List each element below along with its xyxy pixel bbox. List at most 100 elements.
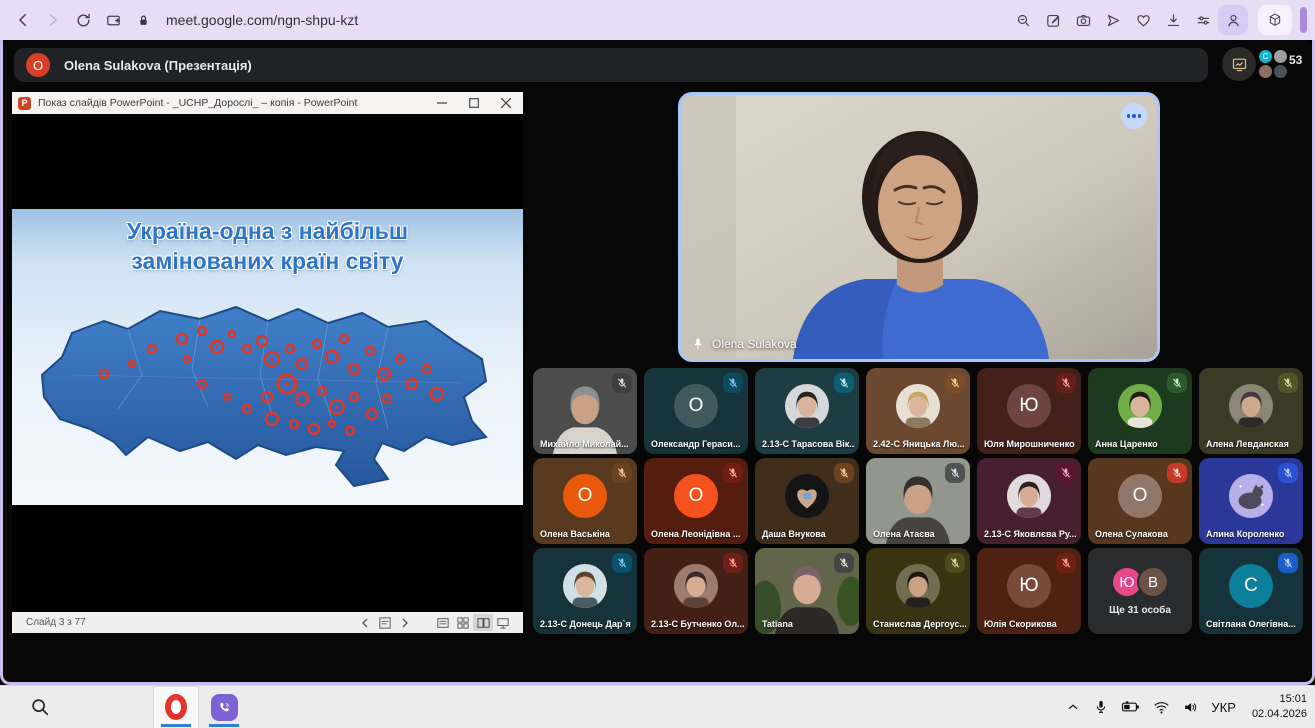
letter-avatar: C <box>1229 564 1273 608</box>
taskbar-opera-button[interactable] <box>154 687 198 728</box>
slide-menu-button[interactable] <box>375 614 395 631</box>
mic-off-icon <box>723 553 743 573</box>
participant-tile[interactable]: Ю Юлія Скорикова <box>977 548 1081 634</box>
download-icon <box>1165 12 1182 29</box>
participant-tile[interactable]: Станислав Дергоус... <box>866 548 970 634</box>
photo-avatar <box>895 563 941 609</box>
participant-tile[interactable]: OОлена Сулакова <box>1088 458 1192 544</box>
minimize-button[interactable] <box>437 98 447 108</box>
participant-tile[interactable]: Алена Левданская <box>1199 368 1303 454</box>
participant-tile[interactable]: Даша Внукова <box>755 458 859 544</box>
participant-tile[interactable]: 2.42-С Яницька Лю... <box>866 368 970 454</box>
powerpoint-titlebar[interactable]: P Показ слайдів PowerPoint - _UCHP_Дорос… <box>12 92 523 114</box>
mic-off-icon <box>1056 553 1076 573</box>
previous-slide-button[interactable] <box>355 614 375 631</box>
extensions-button[interactable] <box>1258 5 1292 35</box>
participant-name: 2.13-С Яковлєва Ру... <box>984 529 1077 539</box>
photo-avatar <box>784 473 830 519</box>
participant-name: Михайло Миколай... <box>540 439 633 449</box>
favorites-button[interactable] <box>1128 5 1158 35</box>
sidebar-handle[interactable] <box>1300 7 1307 33</box>
share-send-button[interactable] <box>1098 5 1128 35</box>
participant-name: 2.42-С Яницька Лю... <box>873 439 966 449</box>
participant-name: Tatiana <box>762 619 855 629</box>
taskbar-date: 02.04.2026 <box>1252 707 1307 722</box>
mic-off-icon <box>945 373 965 393</box>
participant-tile[interactable]: Алина Короленко <box>1199 458 1303 544</box>
participant-tile[interactable]: 2.13-С Яковлєва Ру... <box>977 458 1081 544</box>
snapshot-button[interactable] <box>1068 5 1098 35</box>
hidden-icons-chevron[interactable] <box>1065 699 1081 715</box>
settings-tune-button[interactable] <box>1188 5 1218 35</box>
presenter-label: Olena Sulakova (Презентація) <box>64 58 252 73</box>
mic-off-icon <box>945 553 965 573</box>
forward-button[interactable] <box>38 5 68 35</box>
participant-tile[interactable]: Анна Царенко <box>1088 368 1192 454</box>
close-button[interactable] <box>501 98 511 108</box>
pinned-video-tile[interactable]: Olena Sulakova <box>678 92 1160 362</box>
meet-app: O Olena Sulakova (Презентація) C 53 P По… <box>0 40 1315 685</box>
participant-name: Станислав Дергоус... <box>873 619 966 629</box>
slideshow-view-button[interactable] <box>493 614 513 631</box>
back-button[interactable] <box>8 5 38 35</box>
reload-button[interactable] <box>68 5 98 35</box>
address-bar[interactable]: meet.google.com/ngn-shpu-kzt <box>166 12 358 28</box>
taskbar-clock[interactable]: 15:01 02.04.2026 <box>1252 692 1307 722</box>
edit-note-button[interactable] <box>1038 5 1068 35</box>
overflow-tile-content: ЮBЩе 31 особа <box>1109 566 1171 616</box>
participant-tile[interactable]: C Світлана Олегівна... <box>1199 548 1303 634</box>
participant-tile[interactable]: OОлена Васькіна <box>533 458 637 544</box>
participants-button[interactable]: C <box>1259 50 1287 78</box>
taskbar-viber-button[interactable] <box>202 687 246 728</box>
battery-icon[interactable] <box>1121 699 1141 715</box>
participant-tile[interactable]: Михайло Миколай... <box>533 368 637 454</box>
normal-view-button[interactable] <box>433 614 453 631</box>
downloads-button[interactable] <box>1158 5 1188 35</box>
participant-name: Світлана Олегівна... <box>1206 619 1299 629</box>
letter-avatar: Ю <box>1007 564 1051 608</box>
next-slide-button[interactable] <box>395 614 415 631</box>
participant-tile[interactable]: 2.13-С Донець Дар`я <box>533 548 637 634</box>
speaker-icon[interactable] <box>1182 699 1199 715</box>
participant-tile[interactable]: 2.13-С Тарасова Вік... <box>755 368 859 454</box>
participant-tile[interactable]: OОлена Леонідівна ... <box>644 458 748 544</box>
maximize-button[interactable] <box>469 98 479 108</box>
edit-note-icon <box>1045 12 1062 29</box>
opera-active-underline <box>161 724 191 727</box>
profile-button[interactable] <box>1218 5 1248 35</box>
cube-icon <box>1267 12 1283 28</box>
participant-tile[interactable]: OОлександр Гераси... <box>644 368 748 454</box>
slide-canvas: Україна-одна з найбільш замінованих краї… <box>12 209 523 505</box>
photo-avatar <box>1228 383 1274 429</box>
search-zoom-icon <box>1015 12 1032 29</box>
taskbar: УКР 15:01 02.04.2026 <box>0 685 1315 728</box>
tray-mic-icon[interactable] <box>1093 699 1109 715</box>
more-options-button[interactable] <box>1121 103 1147 129</box>
zoom-search-button[interactable] <box>1008 5 1038 35</box>
slide-sorter-view-button[interactable] <box>453 614 473 631</box>
participant-tile[interactable]: ЮBЩе 31 особа <box>1088 548 1192 634</box>
site-security-button[interactable] <box>128 5 158 35</box>
reading-view-button[interactable] <box>473 614 493 631</box>
participant-name: Олена Васькіна <box>540 529 633 539</box>
pinned-name: Olena Sulakova <box>712 337 797 351</box>
taskbar-search-button[interactable] <box>18 687 62 728</box>
slide-counter: Слайд 3 з 77 <box>26 617 355 628</box>
participant-tile[interactable]: Олена Атаєва <box>866 458 970 544</box>
participant-tile[interactable]: 2.13-С Бутченко Ол... <box>644 548 748 634</box>
viber-active-underline <box>209 724 239 727</box>
mini-avatar <box>1274 65 1287 78</box>
mic-off-icon <box>1056 373 1076 393</box>
tab-popout-button[interactable] <box>98 5 128 35</box>
language-indicator[interactable]: УКР <box>1211 700 1236 715</box>
letter-avatar: O <box>674 384 718 428</box>
participant-tile[interactable]: Tatiana <box>755 548 859 634</box>
participant-name: Анна Царенко <box>1095 439 1188 449</box>
wifi-icon[interactable] <box>1153 700 1170 715</box>
participant-tile[interactable]: ЮЮля Мирошниченко <box>977 368 1081 454</box>
slide-title-line2: замінованих країн світу <box>12 247 523 277</box>
mini-avatar <box>1274 50 1287 63</box>
participant-name: 2.13-С Бутченко Ол... <box>651 619 744 629</box>
participant-name: Юлія Скорикова <box>984 619 1077 629</box>
presentation-button[interactable] <box>1222 47 1256 81</box>
